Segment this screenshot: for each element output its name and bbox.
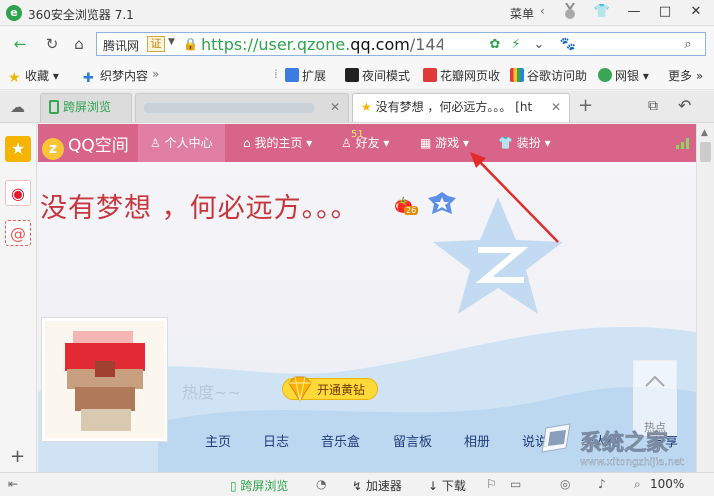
chevron-down-icon[interactable]: ▼ bbox=[168, 37, 175, 47]
google-helper-extension[interactable]: 谷歌访问助 bbox=[510, 67, 587, 84]
profile-tab-guestbook[interactable]: 留言板 bbox=[393, 431, 432, 450]
night-mode-button[interactable]: 夜间模式 bbox=[345, 67, 410, 84]
watermark: 系统之家 www.xitongzhijia.net bbox=[540, 420, 710, 470]
profile-tab-blog[interactable]: 日志 bbox=[263, 431, 289, 450]
search-icon[interactable]: ⌕ bbox=[679, 36, 697, 54]
back-icon[interactable]: ← bbox=[10, 34, 30, 54]
qzone-tab-icon: ★ bbox=[361, 100, 372, 114]
open-yellow-diamond-button[interactable]: 开通黄钻 bbox=[282, 376, 379, 402]
accelerator-button[interactable]: ↯ 加速器 bbox=[352, 477, 402, 494]
profile-tab-music[interactable]: 音乐盒 bbox=[321, 431, 360, 450]
download-button[interactable]: ↓ 下载 bbox=[428, 477, 466, 494]
maximize-button[interactable]: □ bbox=[651, 0, 679, 26]
mute-icon[interactable]: ◎ bbox=[560, 477, 570, 491]
zoom-level[interactable]: 100% bbox=[650, 477, 684, 491]
chevron-up-icon bbox=[645, 375, 665, 387]
cross-screen-button[interactable]: ▯ 跨屏浏览 bbox=[230, 477, 288, 494]
title-bar: e 360安全浏览器 7.1 菜单 ‹ 👕 — □ ✕ bbox=[0, 0, 714, 26]
window-title: 360安全浏览器 7.1 bbox=[28, 8, 134, 22]
address-toolbar: ← ↻ ⌂ 腾讯网 证 ▼ 🔒 https://user.qzone.qq.co… bbox=[0, 27, 714, 60]
url-text[interactable]: https://user.qzone.qq.com/1447442 bbox=[201, 35, 443, 54]
browser-logo-icon: e bbox=[6, 5, 22, 21]
refresh-icon[interactable]: ↻ bbox=[42, 34, 62, 54]
tab-cross-screen[interactable]: 跨屏浏览 bbox=[40, 93, 132, 122]
dropdown-chevron-icon[interactable]: ⌄ bbox=[530, 36, 548, 54]
tab-list-icon[interactable]: ⧉ bbox=[648, 98, 658, 114]
diamond-icon bbox=[288, 376, 312, 402]
split-view-icon[interactable]: ▭ bbox=[510, 477, 521, 491]
favorites-bar: ★ 收藏 ▾ ✚ 织梦内容 » ⁞ 扩展 夜间模式 花瓣网页收 谷歌访问助 网银 ▾… bbox=[0, 60, 714, 90]
address-field[interactable]: 腾讯网 证 ▼ 🔒 https://user.qzone.qq.com/1447… bbox=[96, 32, 706, 56]
profile-tab-albums[interactable]: 相册 bbox=[464, 431, 490, 450]
huaban-extension[interactable]: 花瓣网页收 bbox=[423, 67, 500, 84]
more-favorites-icon[interactable]: » bbox=[152, 67, 159, 81]
status-bar: ⇤ ▯ 跨屏浏览 ◔ ↯ 加速器 ↓ 下载 ⚐ ▭ ◎ ♪ ⌕ 100% bbox=[0, 472, 714, 496]
left-sidebar: ★ ◉ @ + bbox=[0, 124, 37, 472]
site-label: 腾讯网 bbox=[103, 39, 140, 53]
more-menu[interactable]: 更多 » bbox=[668, 67, 703, 84]
certificate-icon[interactable]: 证 bbox=[147, 36, 165, 52]
lightning-icon[interactable]: ⚡ bbox=[507, 36, 525, 54]
add-sidebar-item-button[interactable]: + bbox=[10, 446, 25, 467]
compatibility-icon[interactable]: ✿ bbox=[486, 36, 504, 54]
tab-qzone[interactable]: ★ 没有梦想 ，何必远方。。。 [ht ✕ bbox=[352, 93, 570, 122]
favorite-item-zhimeng[interactable]: ✚ 织梦内容 bbox=[83, 67, 148, 86]
menu-button[interactable]: 菜单 bbox=[510, 5, 534, 22]
undo-close-icon[interactable]: ↶ bbox=[678, 96, 691, 115]
close-tab-icon[interactable]: ✕ bbox=[551, 94, 561, 121]
chevron-left-icon[interactable]: ‹ bbox=[540, 4, 545, 18]
new-tab-button[interactable]: + bbox=[578, 95, 593, 116]
avatar-image bbox=[65, 331, 145, 431]
home-icon[interactable]: ⌂ bbox=[69, 34, 89, 54]
scrollbar-thumb[interactable] bbox=[700, 142, 711, 162]
extensions-button[interactable]: 扩展 bbox=[285, 67, 326, 84]
lock-icon: 🔒 bbox=[183, 37, 198, 51]
screenshot-icon[interactable]: ⚐ bbox=[486, 477, 497, 491]
tab-title: 没有梦想 ，何必远方。。。 [ht bbox=[375, 100, 533, 114]
cloud-icon[interactable]: ☁ bbox=[10, 98, 25, 116]
favorites-star-icon[interactable]: ★ bbox=[5, 136, 31, 162]
watermark-logo: 系统之家 www.xitongzhijia.net bbox=[541, 423, 684, 468]
bookmarks-menu[interactable]: ★ 收藏 ▾ bbox=[8, 67, 59, 85]
speed-icon[interactable]: ◔ bbox=[316, 477, 326, 491]
zoom-icon[interactable]: ⌕ bbox=[634, 477, 641, 492]
online-banking-menu[interactable]: 网银 ▾ bbox=[598, 67, 649, 84]
skin-icon[interactable]: 👕 bbox=[588, 0, 616, 26]
phone-icon bbox=[49, 100, 59, 114]
svg-text:系统之家: 系统之家 bbox=[580, 430, 669, 456]
svg-text:www.xitongzhijia.net: www.xitongzhijia.net bbox=[580, 457, 684, 468]
username: 热度~~ bbox=[182, 383, 241, 402]
minimize-button[interactable]: — bbox=[620, 0, 648, 26]
close-tab-icon[interactable]: ✕ bbox=[330, 94, 340, 121]
tab-bar: ☁ 跨屏浏览 ✕ ★ 没有梦想 ，何必远方。。。 [ht ✕ + ⧉ ↶ bbox=[0, 91, 714, 123]
close-button[interactable]: ✕ bbox=[682, 0, 710, 26]
avatar[interactable] bbox=[41, 317, 168, 442]
volume-icon[interactable]: ♪ bbox=[598, 477, 606, 491]
sidebar-toggle-icon[interactable]: ⇤ bbox=[8, 477, 18, 491]
search-engine-icon[interactable]: 🐾 bbox=[559, 36, 577, 54]
tab-blurred[interactable]: ✕ bbox=[135, 93, 349, 122]
annotation-arrow bbox=[470, 152, 559, 243]
medal-icon[interactable] bbox=[563, 3, 577, 21]
scroll-up-icon[interactable]: ▲ bbox=[701, 128, 708, 138]
weibo-icon[interactable]: ◉ bbox=[5, 180, 31, 206]
divider: ⁞ bbox=[274, 67, 278, 81]
profile-tab-home[interactable]: 主页 bbox=[205, 431, 231, 450]
blurred-tab-title bbox=[144, 102, 314, 113]
mail-icon[interactable]: @ bbox=[5, 220, 31, 246]
